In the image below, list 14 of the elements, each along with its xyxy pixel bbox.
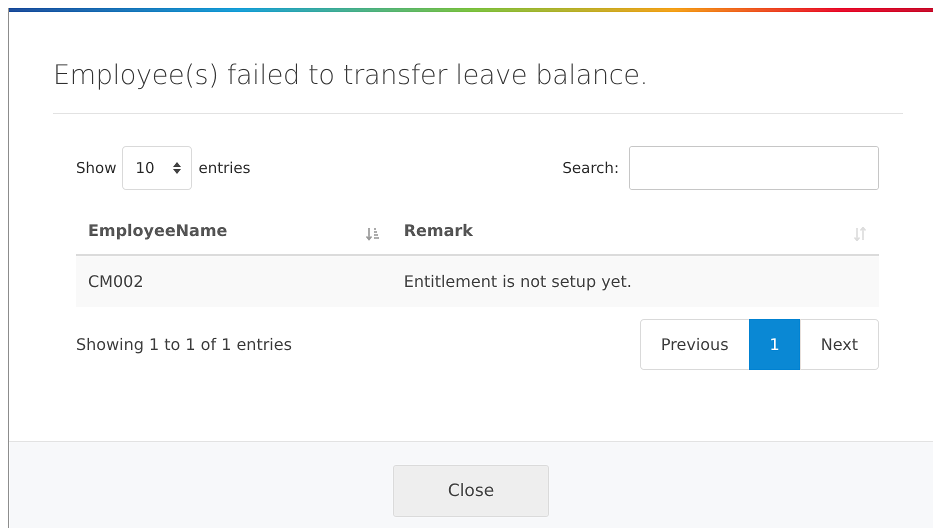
table-cell: Entitlement is not setup yet. (392, 255, 879, 307)
up-down-arrows-icon (173, 162, 182, 174)
page-button[interactable]: 1 (748, 319, 801, 370)
table-cell: CM002 (76, 255, 392, 307)
page-button[interactable]: Previous (640, 319, 750, 370)
search-field[interactable] (629, 146, 879, 190)
modal-title: Employee(s) failed to transfer leave balance. (53, 60, 649, 91)
page-button[interactable]: Next (800, 319, 879, 370)
close-button[interactable]: Close (393, 465, 549, 517)
table-info: Showing 1 to 1 of 1 entries (76, 335, 292, 354)
search-label: Search: (562, 159, 619, 177)
entries-select[interactable]: 10 (122, 146, 192, 190)
show-label: Show (76, 159, 116, 177)
entries-label: entries (198, 159, 250, 177)
